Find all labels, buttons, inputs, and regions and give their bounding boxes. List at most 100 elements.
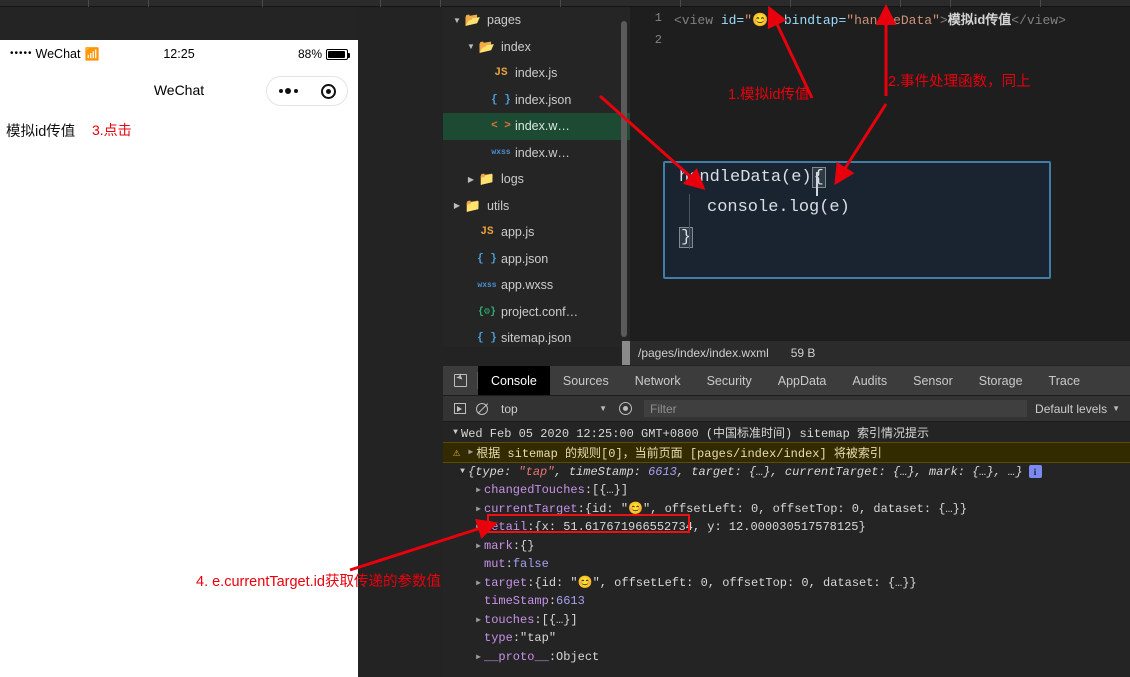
chevron-down-icon: ▼ — [599, 404, 607, 413]
json-icon: { } — [491, 93, 511, 106]
console-property-row[interactable]: type: "tap" — [443, 629, 1130, 648]
devtools-tab-security[interactable]: Security — [694, 366, 765, 395]
inspect-element-button[interactable] — [443, 366, 477, 395]
devtools-tab-sensor[interactable]: Sensor — [900, 366, 966, 395]
console-property-key: mut — [484, 557, 506, 572]
disclosure-triangle-icon[interactable]: ▶ — [465, 447, 476, 457]
inspect-element-icon — [453, 374, 467, 387]
disclosure-triangle-icon[interactable]: ▶ — [473, 615, 484, 625]
devtools-tab-trace[interactable]: Trace — [1036, 366, 1094, 395]
disclosure-triangle-icon[interactable]: ▼ — [457, 467, 468, 476]
console-property-separator: : — [512, 538, 521, 553]
file-tree-item[interactable]: ▼ 📂 pages — [443, 7, 630, 34]
disclosure-triangle-icon[interactable]: ▶ — [473, 485, 484, 495]
line-number: 1 — [654, 11, 662, 25]
clear-console-icon[interactable] — [471, 400, 493, 418]
code-line-2: 2 — [630, 29, 1130, 51]
log-levels-selector[interactable]: Default levels ▼ — [1035, 402, 1130, 416]
console-property-row[interactable]: mut: false — [443, 555, 1130, 574]
folder-open-icon: 📂 — [478, 38, 496, 54]
devtools-tab-network[interactable]: Network — [622, 366, 694, 395]
target-icon[interactable] — [320, 83, 336, 99]
file-tree-item[interactable]: < > index.w… — [443, 113, 630, 140]
file-tree-item-label: app.js — [501, 225, 535, 240]
console-warning-row[interactable]: ⚠ ▶ 根据 sitemap 的规则[0]，当前页面 [pages/index/… — [443, 441, 1130, 463]
obj-summary-part2: , timeStamp: — [554, 464, 649, 479]
folder-open-icon: 📂 — [464, 12, 482, 28]
devtools-tab-audits[interactable]: Audits — [839, 366, 900, 395]
disclosure-triangle-icon[interactable]: ▶ — [473, 578, 484, 588]
file-explorer-scrollbar[interactable] — [621, 21, 627, 337]
console-property-row[interactable]: ▶ touches: [{…}] — [443, 611, 1130, 630]
console-property-row[interactable]: ▶ detail: {x: 51.617671966552734, y: 12.0… — [443, 518, 1130, 537]
console-property-row[interactable]: ▶ mark: {} — [443, 537, 1130, 556]
devtools-tab-console[interactable]: Console — [478, 366, 550, 395]
log-levels-label: Default levels — [1035, 401, 1108, 416]
view-element-text[interactable]: 模拟id传值 — [6, 120, 75, 141]
file-tree-item[interactable]: ▶ 📁 utils — [443, 193, 630, 220]
page-content: 模拟id传值 3.点击 — [0, 112, 358, 149]
console-property-row[interactable]: ▶ currentTarget: {id: "😊", offsetLeft: 0,… — [443, 500, 1130, 519]
disclosure-triangle-icon[interactable]: ▼ — [450, 428, 461, 437]
console-property-key: mark — [484, 538, 513, 553]
folder-icon: 📁 — [478, 171, 496, 187]
console-property-separator: : — [548, 649, 557, 664]
file-tree-item[interactable]: { } sitemap.json — [443, 325, 630, 347]
console-property-value: {x: 51.617671966552734, y: 12.0000305175… — [534, 520, 866, 535]
context-selector[interactable]: top ▼ — [493, 402, 613, 416]
file-tree-item[interactable]: ▶ 📁 logs — [443, 166, 630, 193]
chevron-down-icon[interactable]: ▼ — [451, 16, 463, 25]
file-tree-item[interactable]: JS app.js — [443, 219, 630, 246]
console-property-row[interactable]: ▶ target: {id: "😊", offsetLeft: 0, offset… — [443, 574, 1130, 593]
file-tree-item-label: index.w… — [515, 119, 570, 134]
info-badge-icon[interactable]: i — [1028, 465, 1042, 479]
console-property-value: {} — [520, 538, 535, 553]
file-tree-item[interactable]: {⚙} project.conf… — [443, 299, 630, 326]
obj-summary-timestamp: 6613 — [648, 464, 677, 479]
disclosure-triangle-icon[interactable]: ▶ — [473, 522, 484, 532]
chevron-right-icon[interactable]: ▶ — [451, 201, 463, 210]
console-property-row[interactable]: ▶ __proto__: Object — [443, 648, 1130, 667]
annotation-4-label: 4. e.currentTarget.id获取传递的参数值 — [196, 574, 441, 590]
disclosure-triangle-icon[interactable]: ▶ — [473, 504, 484, 514]
devtools-tab-storage[interactable]: Storage — [966, 366, 1036, 395]
file-explorer: ▼ 📂 pages ▼ 📂 index JS index.js{ } index.json < >… — [443, 7, 630, 347]
warning-triangle-icon: ⚠ — [453, 445, 461, 460]
console-property-row[interactable]: ▶ changedTouches: [{…}] — [443, 481, 1130, 500]
disclosure-triangle-icon[interactable]: ▶ — [473, 541, 484, 551]
file-tree-item[interactable]: wxss index.w… — [443, 140, 630, 167]
annotation-3-label: 3.点击 — [92, 122, 132, 138]
execution-context-icon[interactable] — [449, 400, 471, 418]
file-tree-item[interactable]: wxss app.wxss — [443, 272, 630, 299]
console-group-header[interactable]: ▼ Wed Feb 05 2020 12:25:00 GMT+0800 (中国标… — [443, 423, 1130, 442]
console-property-value: [{…}] — [541, 612, 578, 627]
console-object-summary[interactable]: ▼ {type: "tap", timeStamp: 6613, target:… — [443, 463, 1130, 482]
disclosure-triangle-icon[interactable]: ▶ — [473, 652, 484, 662]
file-tree-item[interactable]: { } index.json — [443, 87, 630, 114]
console-property-key: timeStamp — [484, 594, 549, 609]
more-dots-icon[interactable] — [278, 88, 298, 94]
console-property-key: touches — [484, 612, 535, 627]
battery-percent: 88% — [297, 47, 322, 61]
live-expression-icon[interactable] — [614, 400, 636, 418]
file-tree-item[interactable]: ▼ 📂 index — [443, 34, 630, 61]
annotation-1-label: 1.模拟id传值 — [728, 87, 810, 103]
file-tree-item[interactable]: { } app.json — [443, 246, 630, 273]
chevron-down-icon[interactable]: ▼ — [465, 42, 477, 51]
file-tree-item-label: index — [501, 39, 531, 54]
nav-title: WeChat — [153, 82, 205, 98]
tab-scroll-indicator[interactable] — [622, 341, 630, 365]
file-tree-item[interactable]: JS index.js — [443, 60, 630, 87]
devtools-tab-appdata[interactable]: AppData — [765, 366, 840, 395]
app-root: ••••• WeChat 📶 12:25 88% WeChat 模拟id传值 3… — [0, 0, 1130, 677]
json-icon: { } — [477, 332, 497, 345]
wxml-icon: < > — [491, 120, 511, 133]
chevron-right-icon[interactable]: ▶ — [465, 175, 477, 184]
devtools-tab-sources[interactable]: Sources — [550, 366, 622, 395]
obj-summary-part1: {type: — [468, 464, 519, 479]
capsule-button[interactable] — [266, 76, 348, 106]
callout-line-1: handleData(e){ — [665, 163, 1049, 193]
console-filter-input[interactable]: Filter — [644, 400, 1028, 417]
phone-status-bar: ••••• WeChat 📶 12:25 88% — [0, 40, 358, 68]
console-property-row[interactable]: timeStamp: 6613 — [443, 592, 1130, 611]
